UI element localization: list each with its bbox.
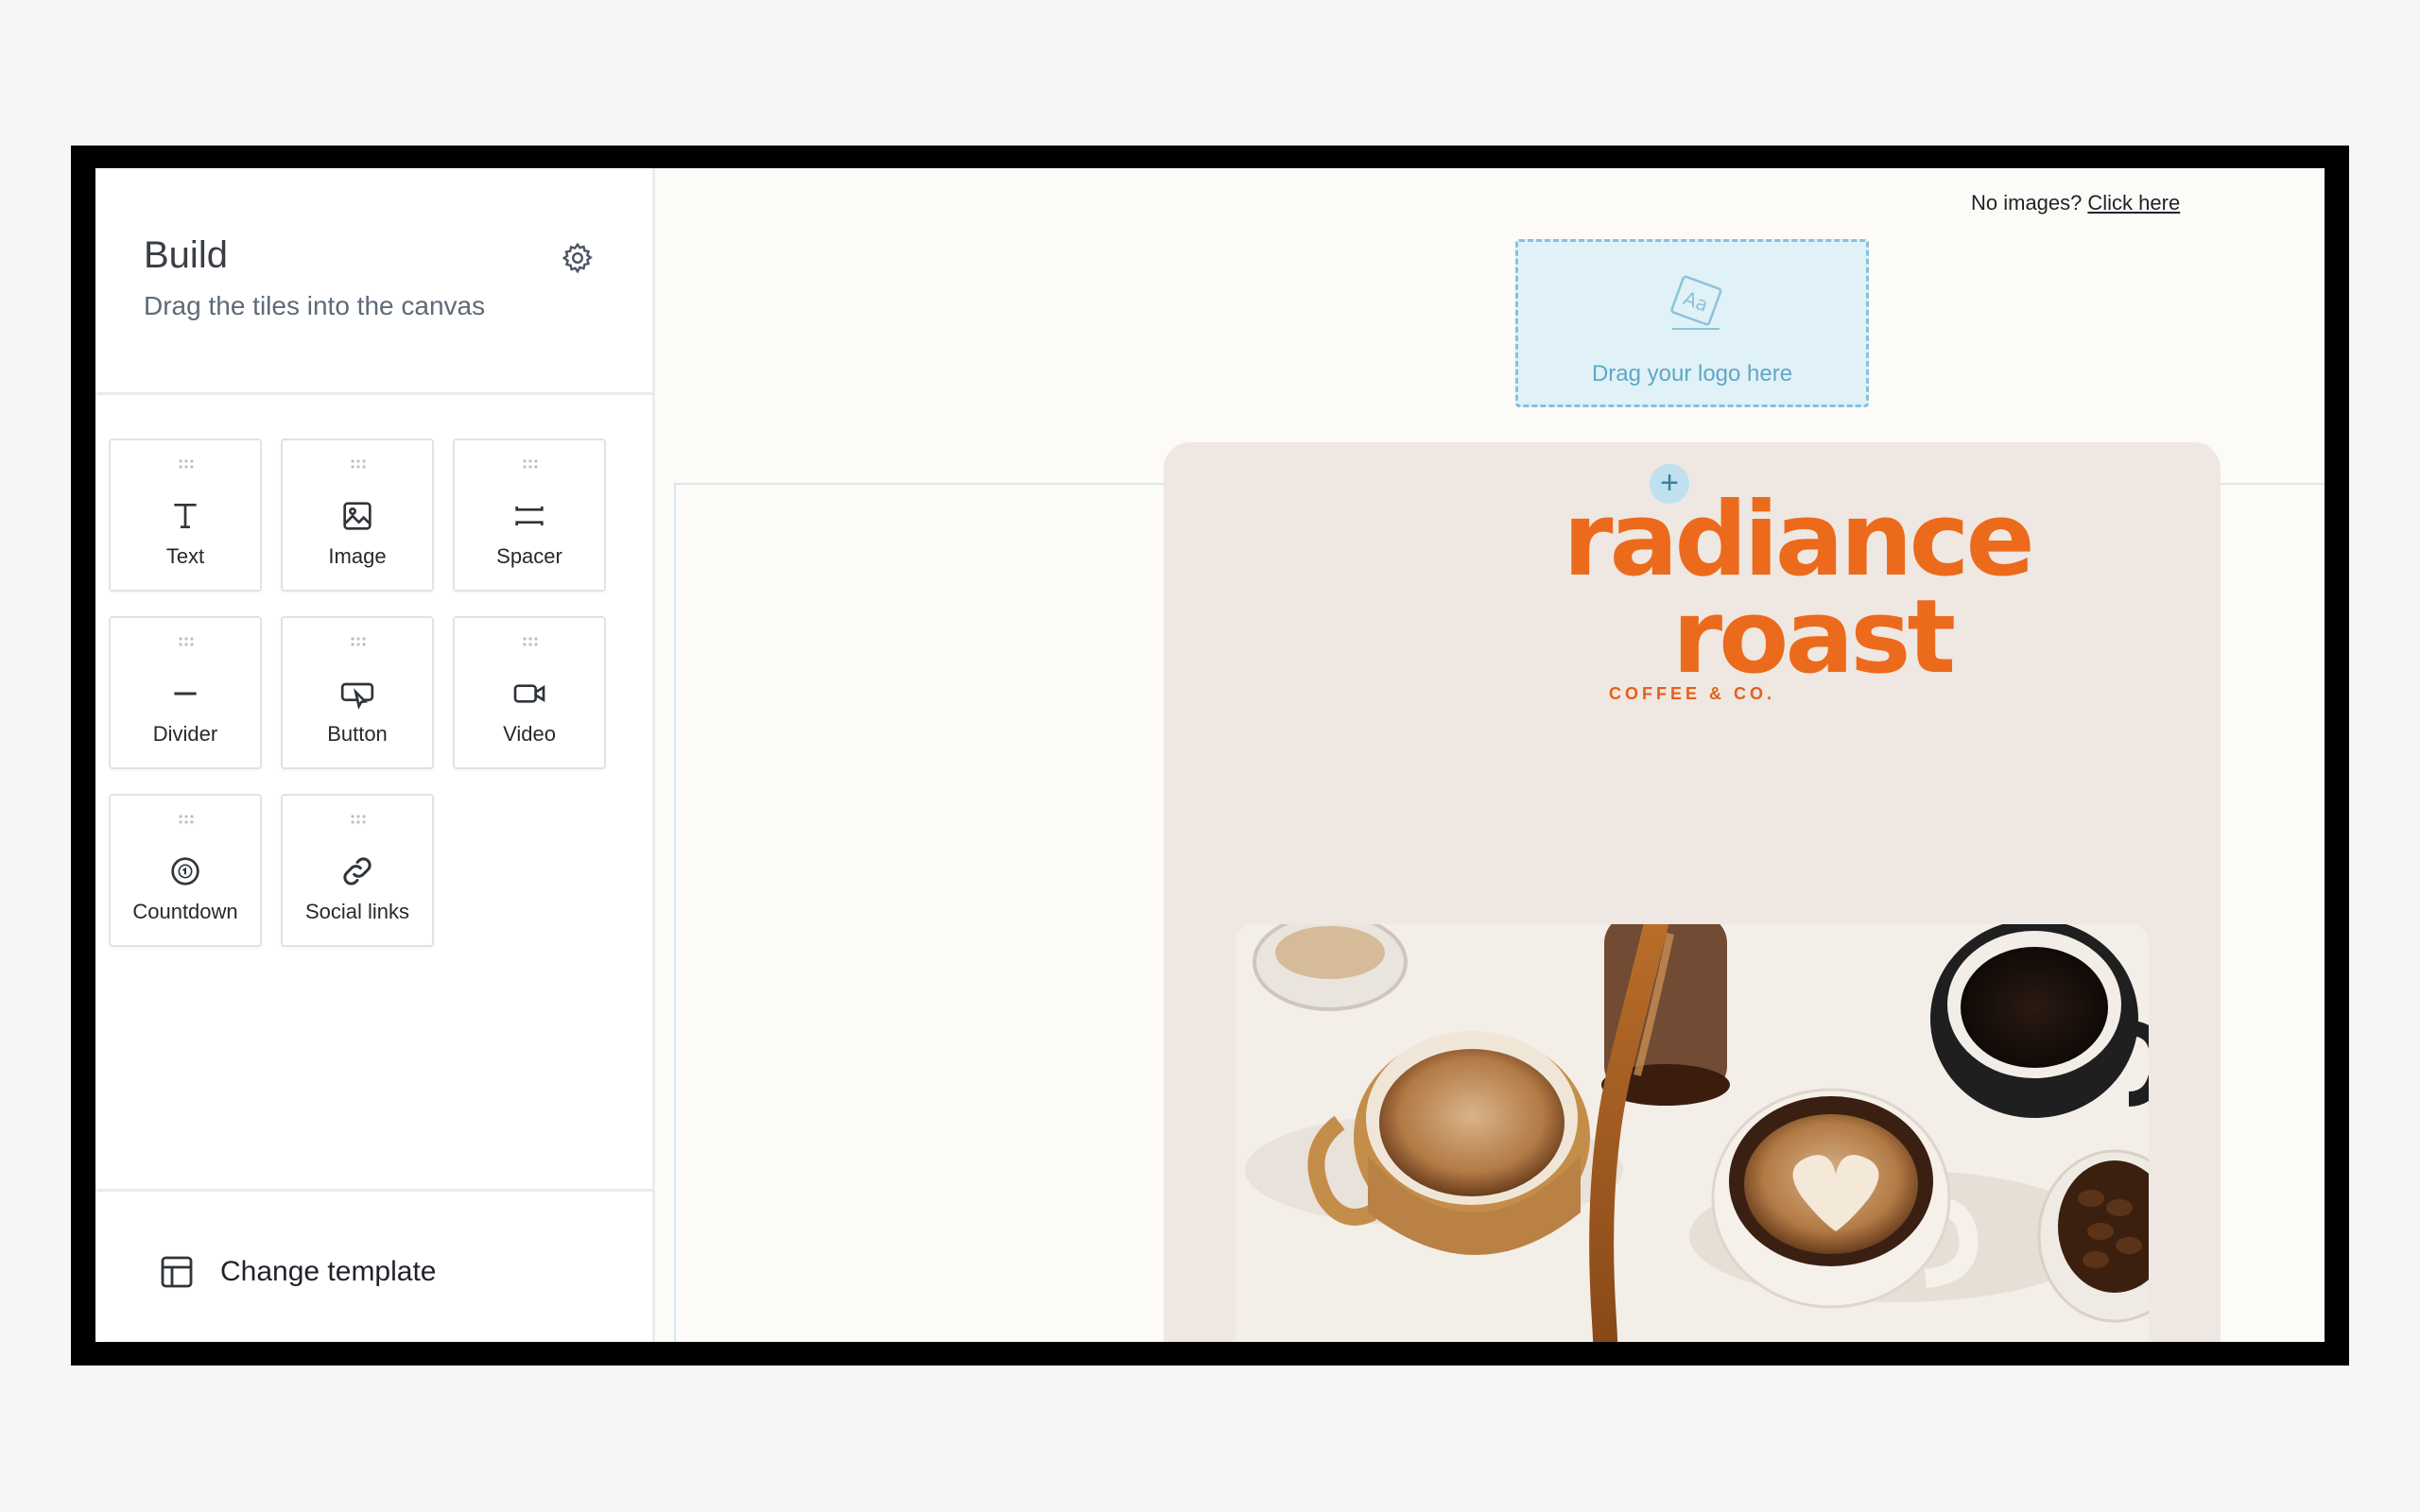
tile-label: Button (327, 722, 388, 746)
countdown-icon (171, 857, 199, 885)
link-icon (343, 857, 372, 885)
no-images-notice: No images? Click here (1971, 191, 2180, 215)
change-template-button[interactable]: Change template (95, 1189, 652, 1342)
tile-video[interactable]: Video (453, 616, 606, 769)
click-here-link[interactable]: Click here (2087, 191, 2180, 215)
tile-label: Text (165, 544, 205, 568)
spacer-icon (515, 507, 544, 525)
tile-social-links[interactable]: Social links (281, 794, 434, 947)
build-sidebar: Build Drag the tiles into the canvas Tex… (95, 168, 655, 1342)
no-images-text: No images? (1971, 191, 2083, 215)
tile-spacer[interactable]: Spacer (453, 438, 606, 592)
tile-text[interactable]: Text (109, 438, 262, 592)
editor-screen: Build Drag the tiles into the canvas Tex… (95, 168, 2325, 1342)
tile-label: Social links (304, 900, 410, 923)
logo-drop-label: Drag your logo here (1591, 361, 1793, 387)
divider-icon (174, 692, 197, 696)
coffee-photo (1236, 924, 2149, 1342)
tile-label: Image (328, 544, 387, 568)
brand-logo: radiance roast (1563, 485, 2035, 693)
text-icon (174, 504, 197, 528)
drag-handle-icon[interactable] (521, 637, 540, 646)
logo-placeholder-icon: Aa (1670, 275, 1722, 330)
coffee-photo-illustration (1236, 924, 2149, 1342)
email-header-block[interactable]: radiance roast COFFEE & CO. (1164, 442, 2221, 1342)
plus-icon[interactable]: + (1650, 464, 1689, 504)
brand-tagline: COFFEE & CO. (1608, 684, 1775, 703)
drag-handle-icon[interactable] (349, 815, 368, 824)
button-icon (340, 682, 374, 711)
gear-icon[interactable] (561, 241, 595, 275)
tile-divider[interactable]: Divider (109, 616, 262, 769)
drag-handle-icon[interactable] (177, 815, 196, 824)
tile-label: Video (503, 722, 556, 746)
tile-countdown[interactable]: Countdown (109, 794, 262, 947)
tile-image[interactable]: Image (281, 438, 434, 592)
build-title: Build (144, 234, 228, 276)
svg-text:Aa: Aa (1681, 286, 1712, 316)
template-icon (161, 1256, 193, 1288)
tile-button[interactable]: Button (281, 616, 434, 769)
video-icon (513, 684, 545, 703)
brand-line-2: roast (1672, 578, 1955, 693)
tile-label: Countdown (132, 900, 238, 923)
image-icon (343, 502, 372, 530)
tile-label: Divider (152, 722, 218, 746)
build-subtitle: Drag the tiles into the canvas (144, 291, 486, 320)
drag-handle-icon[interactable] (521, 459, 540, 469)
section-guide-line (674, 483, 676, 1342)
drag-handle-icon[interactable] (349, 459, 368, 469)
screenshot-frame: Build Drag the tiles into the canvas Tex… (71, 146, 2349, 1366)
drag-handle-icon[interactable] (177, 459, 196, 469)
tile-label: Spacer (496, 544, 562, 568)
logo-drop-zone[interactable]: Aa Drag your logo here (1515, 239, 1869, 407)
change-template-label: Change template (220, 1256, 437, 1287)
build-header: Build Drag the tiles into the canvas (95, 168, 652, 395)
drag-handle-icon[interactable] (349, 637, 368, 646)
drag-handle-icon[interactable] (177, 637, 196, 646)
